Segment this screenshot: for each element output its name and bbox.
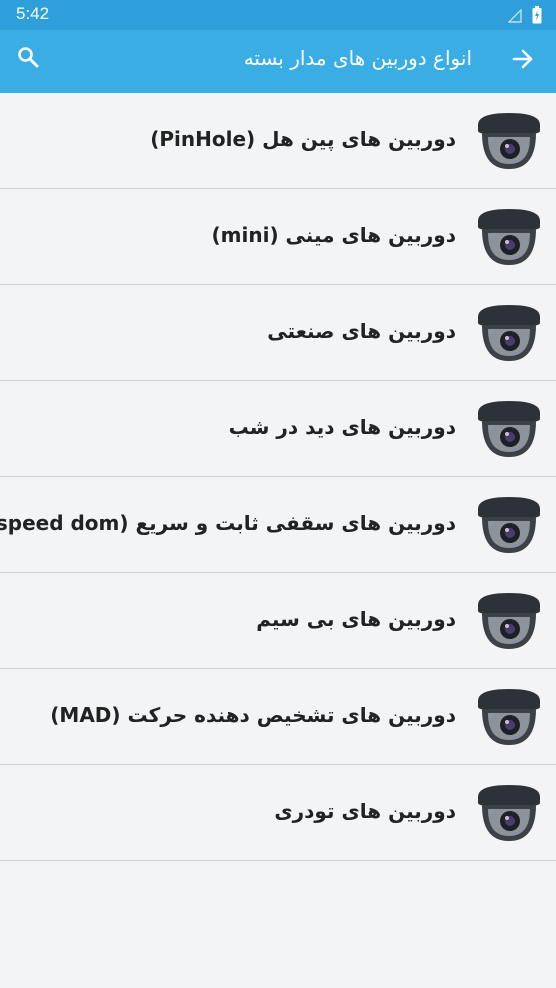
dome-camera-icon [474,205,544,269]
list-item-mini[interactable]: دوربین های مینی (mini) [0,189,556,285]
list-item-label: دوربین های تشخیص دهنده حرکت (MAD) [50,703,456,727]
list-item-label: دوربین های سقفی ثابت و سریع (speed dom) [0,511,456,535]
list-item-label: دوربین های تودری [274,799,456,823]
search-button[interactable] [13,44,43,74]
status-time: 5:42 [16,4,50,23]
status-bar: 5:42 [0,0,556,30]
battery-icon [532,6,542,28]
back-button[interactable] [508,46,538,76]
dome-camera-icon [474,589,544,653]
dome-camera-icon [474,109,544,173]
signal-icon [507,8,522,27]
page-title: انواع دوربین های مدار بسته [243,46,472,70]
search-icon [16,45,40,73]
list-item-label: دوربین های مینی (mini) [211,223,457,247]
list-item-industrial[interactable]: دوربین های صنعتی [0,285,556,381]
dome-camera-icon [474,397,544,461]
camera-type-list: دوربین های پین هل (PinHole) دوربین های م… [0,93,556,861]
list-item-label: دوربین های پین هل (PinHole) [150,127,456,151]
dome-camera-icon [474,493,544,557]
list-item-pinhole[interactable]: دوربین های پین هل (PinHole) [0,93,556,189]
list-item-label: دوربین های دید در شب [228,415,456,439]
list-item-label: دوربین های بی سیم [256,607,456,631]
list-item-wireless[interactable]: دوربین های بی سیم [0,573,556,669]
dome-camera-icon [474,301,544,365]
arrow-right-icon [511,47,535,75]
list-item-label: دوربین های صنعتی [267,319,456,343]
list-item-speed-dome[interactable]: دوربین های سقفی ثابت و سریع (speed dom) [0,477,556,573]
list-item-motion-detection[interactable]: دوربین های تشخیص دهنده حرکت (MAD) [0,669,556,765]
list-item-night-vision[interactable]: دوربین های دید در شب [0,381,556,477]
app-bar: انواع دوربین های مدار بسته [0,30,556,93]
dome-camera-icon [474,685,544,749]
dome-camera-icon [474,781,544,845]
list-item-indoor[interactable]: دوربین های تودری [0,765,556,861]
